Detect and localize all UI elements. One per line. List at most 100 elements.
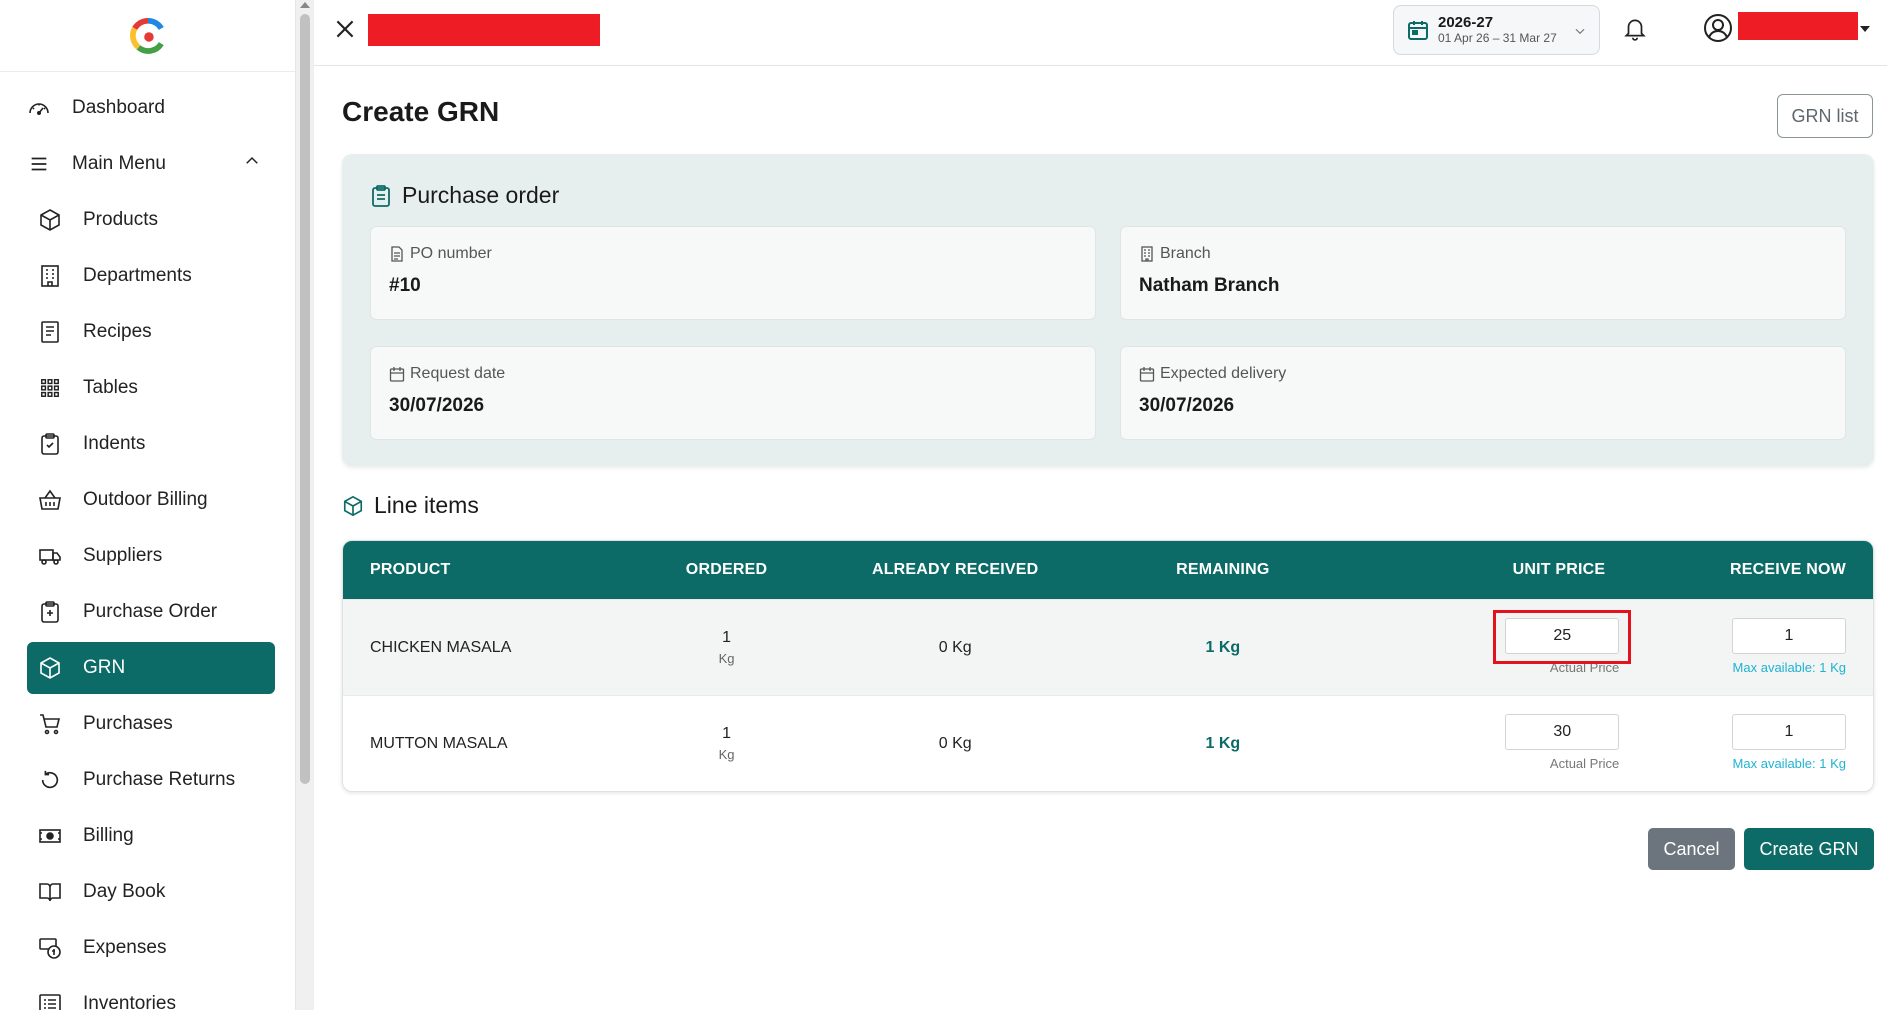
sidebar-item-label: Suppliers: [83, 545, 163, 566]
fiscal-year-text: 2026-27 01 Apr 26 – 31 Mar 27: [1438, 14, 1557, 46]
box-icon: [37, 655, 63, 681]
line-items-table: PRODUCT ORDERED ALREADY RECEIVED REMAINI…: [342, 540, 1874, 792]
grid-icon: [37, 375, 63, 401]
sidebar-item-label: Outdoor Billing: [83, 489, 208, 510]
page-title: Create GRN: [342, 96, 500, 127]
sidebar-item-day-book[interactable]: Day Book: [27, 866, 275, 918]
redacted-title: [368, 14, 600, 46]
sidebar-item-outdoor-billing[interactable]: Outdoor Billing: [27, 474, 275, 526]
sidebar-item-recipes[interactable]: Recipes: [27, 306, 275, 358]
calendar-icon: [1139, 367, 1155, 382]
unit-price-cell: Actual Price: [1346, 696, 1646, 792]
document-icon: [391, 246, 403, 262]
ordered-cell: 1 Kg: [643, 629, 811, 666]
receive-now-input[interactable]: [1732, 713, 1846, 750]
sidebar-item-tables[interactable]: Tables: [27, 362, 275, 414]
price-note: Actual Price: [1549, 755, 1620, 771]
sidebar-item-label: Billing: [83, 825, 134, 846]
sidebar-scrollbar[interactable]: [296, 0, 314, 1010]
basket-icon: [37, 487, 63, 513]
building-icon: [1141, 246, 1153, 262]
highlight-box: [1493, 609, 1632, 664]
sidebar-item-label: Inventories: [83, 993, 176, 1010]
already-received: 0 Kg: [938, 734, 972, 752]
expected-delivery-label-text: Expected delivery: [1160, 365, 1287, 382]
product-name: CHICKEN MASALA: [370, 638, 512, 656]
logo-icon: [129, 17, 164, 54]
sidebar-item-suppliers[interactable]: Suppliers: [27, 530, 275, 582]
return-icon: [37, 767, 63, 793]
ordered-unit: Kg: [718, 651, 735, 666]
sidebar-item-label: Departments: [83, 265, 192, 286]
sidebar-item-expenses[interactable]: Expenses: [27, 922, 275, 974]
expected-delivery-card: Expected delivery 30/07/2026: [1120, 346, 1846, 440]
sidebar-item-grn[interactable]: GRN: [27, 642, 275, 694]
scrollbar-thumb[interactable]: [300, 14, 310, 784]
purchase-order-panel: Purchase order PO number #10 Branch Nath…: [342, 154, 1874, 466]
sidebar-item-label: Day Book: [83, 881, 166, 902]
sidebar-item-main-menu[interactable]: Main Menu: [18, 138, 275, 190]
chevron-down-icon: [1575, 28, 1585, 35]
top-bar: 2026-27 01 Apr 26 – 31 Mar 27: [314, 0, 1887, 66]
coins-icon: [37, 935, 63, 961]
column-header-product: PRODUCT: [370, 561, 451, 578]
book-icon: [37, 879, 63, 905]
sidebar-item-inventories[interactable]: Inventories: [27, 978, 275, 1010]
fiscal-year-selector[interactable]: 2026-27 01 Apr 26 – 31 Mar 27: [1393, 5, 1600, 55]
user-avatar-icon[interactable]: [1702, 12, 1734, 44]
sidebar-item-purchases[interactable]: Purchases: [27, 698, 275, 750]
receive-now-cell: Max available: 1 Kg: [1645, 600, 1873, 696]
sidebar-item-label: Main Menu: [72, 153, 166, 174]
column-header-remaining: REMAINING: [1176, 561, 1270, 578]
sidebar-item-label: Purchase Order: [83, 601, 218, 622]
box-icon: [343, 495, 363, 516]
column-header-ordered: ORDERED: [685, 561, 768, 578]
sidebar-item-products[interactable]: Products: [27, 194, 275, 246]
column-header-already-received: ALREADY RECEIVED: [871, 561, 1039, 578]
caret-down-icon[interactable]: [1860, 26, 1870, 32]
table-row: CHICKEN MASALA 1 Kg 0 Kg 1 Kg Actual Pri…: [343, 599, 1873, 695]
calendar-icon: [389, 367, 405, 382]
receipt-icon: [37, 319, 63, 345]
menu-icon: [26, 151, 52, 177]
list-icon: [37, 991, 63, 1010]
sidebar: Dashboard Main Menu Products Departments: [0, 0, 296, 1010]
building-icon: [37, 263, 63, 289]
po-number-value: #10: [389, 275, 421, 296]
product-name: MUTTON MASALA: [370, 734, 508, 752]
sidebar-item-purchase-order[interactable]: Purchase Order: [27, 586, 275, 638]
cash-icon: [37, 823, 63, 849]
sidebar-item-indents[interactable]: Indents: [27, 418, 275, 470]
column-header-unit-price: UNIT PRICE: [1512, 561, 1606, 578]
unit-price-input[interactable]: [1505, 713, 1620, 750]
already-received: 0 Kg: [938, 638, 972, 656]
sidebar-item-label: Expenses: [83, 937, 167, 958]
branch-value: Natham Branch: [1139, 275, 1280, 296]
scroll-up-icon[interactable]: [300, 2, 310, 8]
sidebar-item-departments[interactable]: Departments: [27, 250, 275, 302]
remaining: 1 Kg: [1205, 734, 1241, 752]
sidebar-item-billing[interactable]: Billing: [27, 810, 275, 862]
request-date-label-text: Request date: [410, 365, 506, 382]
sidebar-item-dashboard[interactable]: Dashboard: [18, 82, 275, 134]
chevron-up-icon[interactable]: [243, 152, 261, 176]
sidebar-nav: Dashboard Main Menu Products Departments: [0, 72, 295, 1010]
bell-icon[interactable]: [1622, 14, 1648, 42]
po-number-label-text: PO number: [410, 245, 492, 262]
clipboard-icon: [372, 184, 390, 207]
request-date-label: Request date: [389, 365, 1077, 383]
po-number-label: PO number: [389, 245, 1077, 263]
receive-now-input[interactable]: [1732, 617, 1846, 654]
sidebar-item-purchase-returns[interactable]: Purchase Returns: [27, 754, 275, 806]
sidebar-item-label: Tables: [83, 377, 138, 398]
box-icon: [37, 207, 63, 233]
purchase-order-heading: Purchase order: [370, 182, 559, 209]
branch-card: Branch Natham Branch: [1120, 226, 1846, 320]
create-grn-button[interactable]: Create GRN: [1744, 828, 1874, 870]
receive-now-cell: Max available: 1 Kg: [1645, 696, 1873, 792]
grn-list-button[interactable]: GRN list: [1777, 94, 1873, 138]
fiscal-year: 2026-27: [1438, 14, 1494, 31]
close-icon[interactable]: [332, 16, 358, 42]
cancel-button[interactable]: Cancel: [1648, 828, 1735, 870]
app-logo[interactable]: [0, 0, 295, 72]
